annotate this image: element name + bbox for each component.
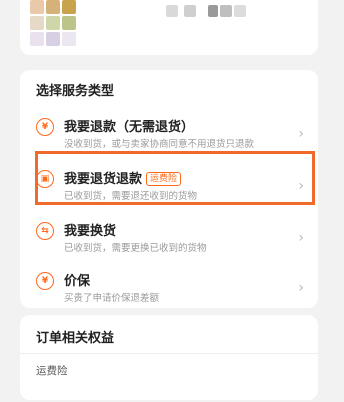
product-title-blur	[234, 5, 246, 17]
product-image	[30, 32, 44, 46]
exchange-icon: ⇆	[36, 222, 54, 240]
option-exchange[interactable]: ⇆ 我要换货 已收到货，需要更换已收到的货物 ›	[20, 216, 318, 268]
product-image	[30, 0, 44, 14]
product-title-blur	[166, 5, 178, 17]
product-image	[62, 32, 76, 46]
product-image	[62, 0, 76, 14]
option-title: 我要退款（无需退货）	[64, 120, 195, 135]
rights-item-freight-insurance[interactable]: 运费险	[36, 363, 68, 378]
product-title-blur	[184, 5, 196, 17]
product-title-blur	[220, 5, 232, 17]
option-subtitle: 没收到货，或与卖家协商同意不用退货只退款	[64, 139, 255, 150]
product-image	[46, 16, 60, 30]
yen-icon: ¥	[36, 118, 54, 136]
product-image	[46, 32, 60, 46]
option-subtitle: 买贵了申请价保退差额	[64, 293, 160, 304]
option-price-protection[interactable]: ¥ 价保 买贵了申请价保退差额 ›	[20, 266, 318, 318]
chevron-right-icon: ›	[298, 126, 304, 142]
product-image	[62, 16, 76, 30]
product-title-blur	[208, 5, 218, 17]
option-title: 我要换货	[64, 224, 117, 239]
chevron-right-icon: ›	[298, 280, 304, 296]
divider	[20, 353, 318, 354]
product-image	[30, 16, 44, 30]
product-image	[46, 0, 60, 14]
product-card	[20, 0, 318, 55]
order-rights-card: 订单相关权益 运费险	[20, 315, 318, 400]
chevron-right-icon: ›	[298, 230, 304, 246]
option-title: 价保	[64, 274, 91, 289]
selection-highlight-box	[35, 151, 315, 205]
section-title: 选择服务类型	[36, 84, 115, 99]
section-title: 订单相关权益	[36, 331, 115, 346]
option-subtitle: 已收到货，需要更换已收到的货物	[64, 243, 207, 254]
price-shield-icon: ¥	[36, 272, 54, 290]
